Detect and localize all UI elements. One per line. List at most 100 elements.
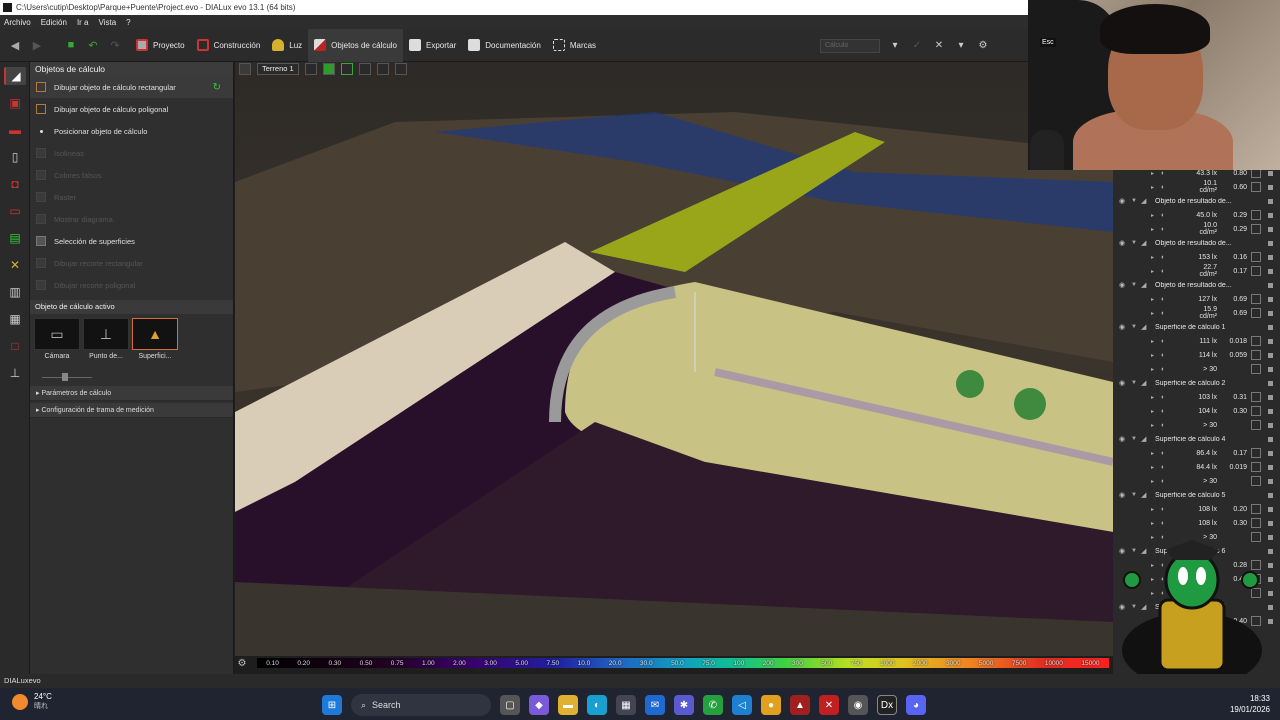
row-menu-icon[interactable]	[1268, 436, 1273, 442]
row-menu-icon[interactable]	[1268, 240, 1273, 246]
app-record-icon[interactable]: ◉	[848, 695, 868, 715]
collapse-arrow-icon[interactable]: ▼	[1131, 198, 1139, 204]
forward-icon[interactable]: ▶	[30, 38, 44, 52]
collapse-arrow-icon[interactable]: ▼	[1131, 282, 1139, 288]
surface-object[interactable]: ▲ Superfici...	[132, 318, 178, 362]
expand-arrow-icon[interactable]: ▸	[1151, 212, 1159, 219]
draw-rect-calc-object[interactable]: Dibujar objeto de cálculo rectangular ↻	[30, 76, 233, 98]
visibility-eye-icon[interactable]: ◉	[1119, 323, 1129, 331]
view-mode-icon[interactable]	[239, 63, 251, 75]
result-value-row[interactable]: ▸ ◐ 103 lx 0.31	[1113, 390, 1280, 404]
draw-polygon-cutout[interactable]: Dibujar recorte poligonal	[30, 274, 233, 296]
collapse-arrow-icon[interactable]: ▼	[1131, 436, 1139, 442]
result-value-row[interactable]: ▸ ◐ > 30	[1113, 362, 1280, 376]
row-menu-icon[interactable]	[1268, 268, 1273, 274]
result-value-row[interactable]: ▸ ◐ 104 lx 0.30	[1113, 404, 1280, 418]
result-group-row[interactable]: ◉ ▼ ◢ Objeto de resultado de...	[1113, 278, 1280, 292]
visibility-eye-icon[interactable]: ◉	[1119, 197, 1129, 205]
menu-ir-a[interactable]: Ir a	[77, 18, 89, 27]
ruler-tool-icon[interactable]: ▥	[4, 283, 26, 301]
exit-sign-icon[interactable]: ▤	[4, 229, 26, 247]
snap-icon[interactable]	[394, 63, 407, 75]
expand-arrow-icon[interactable]: ▸	[1151, 254, 1159, 261]
calc-object-tool-icon[interactable]: ◢	[4, 67, 26, 85]
diagram-indicator-icon[interactable]	[1251, 308, 1261, 318]
tab-objetos-de-calculo[interactable]: Objetos de cálculo	[308, 28, 403, 62]
tab-marcas[interactable]: Marcas	[547, 29, 602, 62]
diagram-indicator-icon[interactable]	[1251, 364, 1261, 374]
tab-construccion[interactable]: Construcción	[191, 29, 267, 62]
window-tool-icon[interactable]: □	[4, 337, 26, 355]
tab-documentacion[interactable]: Documentación	[462, 29, 547, 62]
terrain-selector[interactable]: Terreno 1	[257, 63, 299, 75]
thumbnail-size-slider[interactable]	[34, 370, 229, 384]
row-menu-icon[interactable]	[1268, 366, 1273, 372]
row-menu-icon[interactable]	[1268, 478, 1273, 484]
table-tool-icon[interactable]: ▬	[4, 121, 26, 139]
expand-arrow-icon[interactable]: ▸	[1151, 464, 1159, 471]
tab-proyecto[interactable]: Proyecto	[130, 29, 191, 62]
undo-icon[interactable]: ↶	[86, 38, 100, 52]
vscode-icon[interactable]: ◁	[732, 695, 752, 715]
row-menu-icon[interactable]	[1268, 464, 1273, 470]
room-tool-icon[interactable]: ▣	[4, 94, 26, 112]
camera-object[interactable]: ▭ Cámara	[34, 318, 80, 362]
app-red-icon[interactable]: ▲	[790, 695, 810, 715]
start-icon[interactable]: ⊞	[322, 695, 342, 715]
result-value-row[interactable]: ▸ ◐ 153 lx 0.16	[1113, 250, 1280, 264]
slider-knob[interactable]	[62, 373, 68, 381]
row-menu-icon[interactable]	[1268, 506, 1273, 512]
raster-option[interactable]: Raster	[30, 186, 233, 208]
result-value-row[interactable]: ▸ ◐ 108 lx 0.20	[1113, 502, 1280, 516]
whatsapp-icon[interactable]: ✆	[703, 695, 723, 715]
expand-arrow-icon[interactable]: ▸	[1151, 184, 1159, 191]
redo-icon[interactable]: ↷	[108, 38, 122, 52]
expand-arrow-icon[interactable]: ▸	[1151, 268, 1159, 275]
row-menu-icon[interactable]	[1268, 282, 1273, 288]
edge-icon[interactable]: ◐	[587, 695, 607, 715]
app-x-icon[interactable]: ✕	[819, 695, 839, 715]
tree-tool-icon[interactable]: ⊥	[4, 364, 26, 382]
diagram-indicator-icon[interactable]	[1251, 252, 1261, 262]
isolines-option[interactable]: Isolíneas	[30, 142, 233, 164]
result-value-row[interactable]: ▸ ◐ 127 lx 0.69	[1113, 292, 1280, 306]
visibility-eye-icon[interactable]: ◉	[1119, 239, 1129, 247]
expand-arrow-icon[interactable]: ▸	[1151, 352, 1159, 359]
result-value-row[interactable]: ▸ ◐ 86.4 lx 0.17	[1113, 446, 1280, 460]
settings-gear-icon[interactable]: ⚙	[976, 39, 990, 53]
result-group-row[interactable]: ◉ ▼ ◢ Objeto de resultado de...	[1113, 236, 1280, 250]
dialux-taskbar-icon[interactable]: Dx	[877, 695, 897, 715]
row-menu-icon[interactable]	[1268, 310, 1273, 316]
row-menu-icon[interactable]	[1268, 198, 1273, 204]
diagram-indicator-icon[interactable]	[1251, 224, 1261, 234]
place-calc-object[interactable]: Posicionar objeto de cálculo	[30, 120, 233, 142]
result-value-row[interactable]: ▸ ◐ > 30	[1113, 418, 1280, 432]
false-colors-option[interactable]: Colores falsos	[30, 164, 233, 186]
save-icon[interactable]: ■	[64, 38, 78, 52]
scale-settings-icon[interactable]: ⚙	[235, 658, 249, 669]
expand-arrow-icon[interactable]: ▸	[1151, 422, 1159, 429]
expand-arrow-icon[interactable]: ▸	[1151, 478, 1159, 485]
row-menu-icon[interactable]	[1268, 352, 1273, 358]
cube-tool-icon[interactable]: ◘	[4, 175, 26, 193]
3d-viewport[interactable]	[235, 62, 1113, 656]
solid-view-icon[interactable]	[322, 63, 335, 75]
diagram-indicator-icon[interactable]	[1251, 392, 1261, 402]
result-value-row[interactable]: ▸ ◐ 15.9 cd/m² 0.69	[1113, 306, 1280, 320]
row-menu-icon[interactable]	[1268, 450, 1273, 456]
wireframe-view-icon[interactable]	[340, 63, 353, 75]
collapse-arrow-icon[interactable]: ▼	[1131, 380, 1139, 386]
result-value-row[interactable]: ▸ ◐ 84.4 lx 0.019	[1113, 460, 1280, 474]
dropdown-icon[interactable]: ▾	[888, 39, 902, 53]
door-tool-icon[interactable]: ▦	[4, 310, 26, 328]
weather-widget[interactable]: 24°C 晴れ	[12, 692, 52, 711]
row-menu-icon[interactable]	[1268, 212, 1273, 218]
expand-arrow-icon[interactable]: ▸	[1151, 226, 1159, 233]
row-menu-icon[interactable]	[1268, 184, 1273, 190]
draw-rect-cutout[interactable]: Dibujar recorte rectangular	[30, 252, 233, 274]
task-view-icon[interactable]: ▢	[500, 695, 520, 715]
plane-tool-icon[interactable]: ▭	[4, 202, 26, 220]
result-group-row[interactable]: ◉ ▼ ◢ Superficie de cálculo 5	[1113, 488, 1280, 502]
diagram-indicator-icon[interactable]	[1251, 420, 1261, 430]
calc-run-icon[interactable]: ✓	[910, 39, 924, 53]
